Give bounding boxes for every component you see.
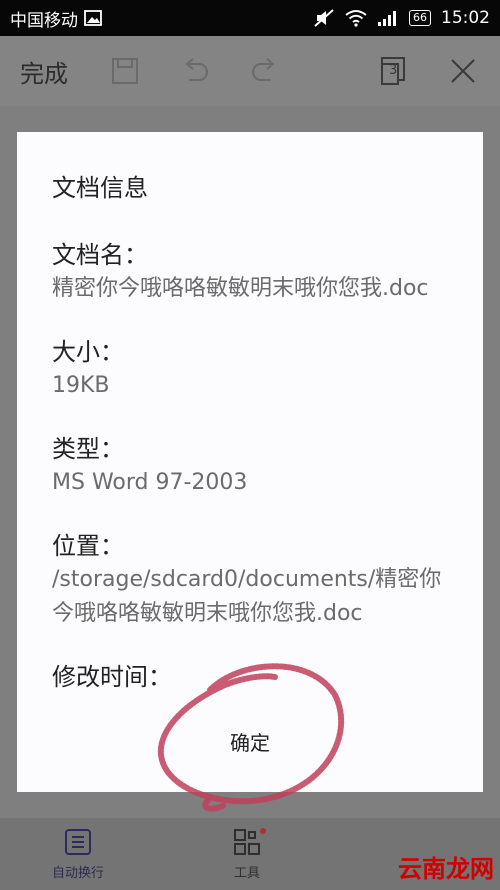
field-value: /storage/sdcard0/documents/精密你今哦咯咯敏敏明末哦你…	[52, 567, 442, 626]
battery-icon: 66	[409, 10, 431, 26]
field-location: 位置： /storage/sdcard0/documents/精密你今哦咯咯敏敏…	[52, 526, 449, 631]
field-type: 类型： MS Word 97-2003	[52, 429, 449, 500]
toolbar-right: 3	[376, 54, 480, 88]
field-modified-time: 修改时间：	[52, 657, 449, 692]
field-filename: 文档名： 精密你今哦咯咯敏敏明末哦你您我.doc	[52, 235, 449, 306]
mute-icon	[314, 9, 334, 27]
save-icon[interactable]	[108, 54, 142, 88]
dialog-title: 文档信息	[52, 174, 148, 202]
redo-icon[interactable]	[248, 54, 282, 88]
grid-icon	[234, 829, 260, 855]
clock: 15:02	[441, 8, 490, 28]
close-icon[interactable]	[446, 54, 480, 88]
tab-count: 3	[389, 63, 398, 78]
wrap-icon	[65, 829, 91, 855]
editor-toolbar: 完成 3	[0, 36, 500, 106]
auto-wrap-button[interactable]: 自动换行	[52, 828, 104, 881]
field-label: 位置：	[52, 532, 124, 560]
field-label: 修改时间：	[52, 663, 172, 691]
image-icon	[84, 10, 102, 26]
field-label: 文档名：	[52, 241, 148, 269]
watermark: 云南龙网	[398, 855, 494, 883]
tools-label: 工具	[233, 866, 260, 881]
status-bar: 中国移动 66 15:02	[0, 0, 500, 36]
carrier-group: 中国移动	[10, 6, 102, 31]
field-value: 精密你今哦咯咯敏敏明末哦你您我.doc	[52, 276, 429, 301]
field-value: MS Word 97-2003	[52, 470, 248, 495]
done-button[interactable]: 完成	[20, 54, 68, 89]
undo-icon[interactable]	[178, 54, 212, 88]
status-right: 66 15:02	[313, 8, 490, 28]
bottom-toolbar: 自动换行 工具 云南龙网	[0, 818, 500, 890]
signal-icon	[378, 11, 396, 26]
document-info-dialog: 文档信息 文档名： 精密你今哦咯咯敏敏明末哦你您我.doc 大小： 19KB 类…	[17, 132, 483, 792]
field-label: 类型：	[52, 435, 124, 463]
field-label: 大小：	[52, 338, 124, 366]
field-size: 大小： 19KB	[52, 332, 449, 403]
ok-button[interactable]: 确定	[17, 721, 483, 762]
field-value: 19KB	[52, 373, 110, 398]
auto-wrap-label: 自动换行	[52, 866, 105, 881]
notification-badge	[260, 828, 266, 834]
wifi-icon	[345, 10, 367, 27]
tabs-icon[interactable]: 3	[376, 54, 410, 88]
tools-button[interactable]: 工具	[232, 828, 266, 881]
carrier-name: 中国移动	[10, 10, 78, 31]
